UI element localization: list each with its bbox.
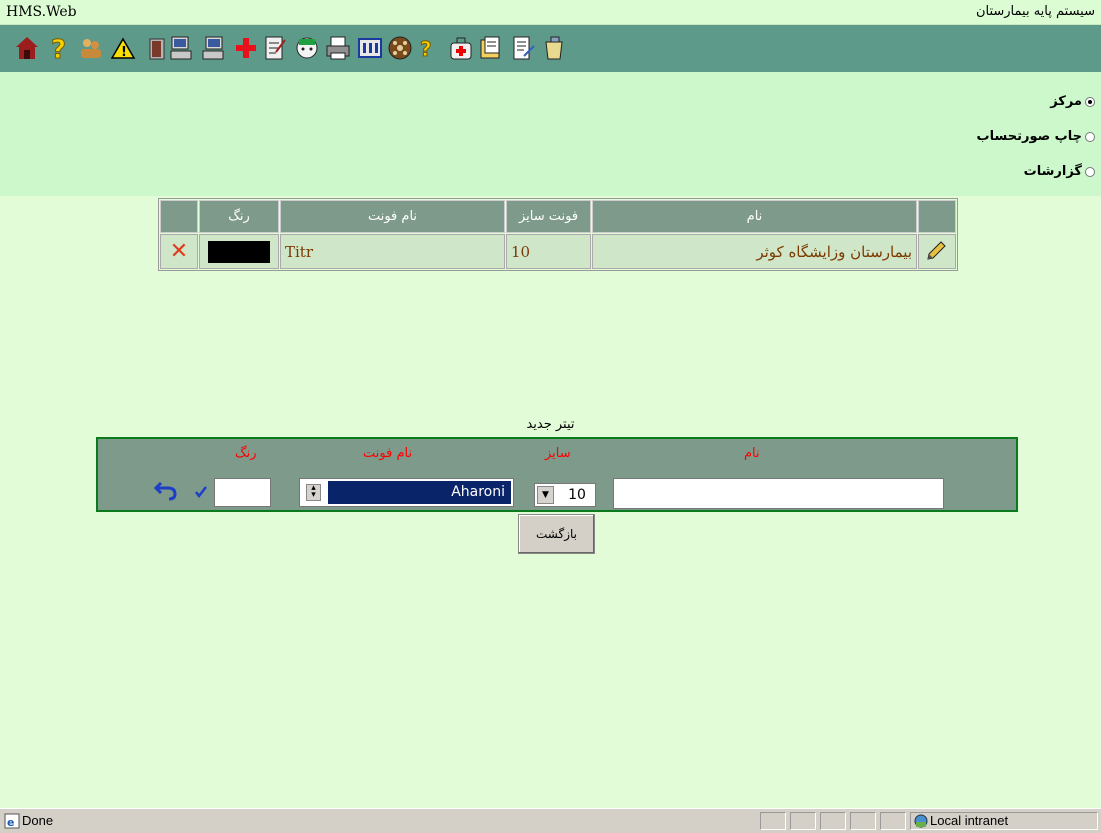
spinner-icon[interactable]: ▴ ▾ <box>306 484 321 501</box>
help-2-icon[interactable]: ? <box>414 34 440 62</box>
new-title-form: نام سایز نام فونت رنگ ▼ 10 ▴ ▾ Aharoni <box>96 437 1018 512</box>
header-font-name: نام فونت <box>280 200 505 233</box>
folder-docs-icon[interactable] <box>478 34 504 62</box>
status-bar: e Done Local intranet <box>0 808 1101 833</box>
svg-text:?: ? <box>420 37 432 61</box>
warning-icon[interactable]: ! <box>110 34 136 62</box>
red-cross-icon[interactable] <box>233 34 259 62</box>
name-cell: بیمارستان وزایشگاه کوثر <box>592 234 917 269</box>
delete-cell[interactable]: ✕ <box>160 234 198 269</box>
undo-icon[interactable] <box>153 479 179 501</box>
document-edit-icon[interactable] <box>510 34 536 62</box>
label-name: نام <box>744 446 760 461</box>
ie-page-icon: e <box>4 813 20 829</box>
status-text: Done <box>22 813 54 828</box>
menu-area: مرکز چاپ صورتحساب گزارشات <box>0 72 1101 196</box>
edit-cell[interactable] <box>918 234 956 269</box>
name-input[interactable] <box>613 478 944 509</box>
header-color: رنگ <box>199 200 279 233</box>
status-pane <box>880 812 906 830</box>
nurse-icon[interactable] <box>294 34 320 62</box>
status-pane <box>850 812 876 830</box>
back-button[interactable]: بازگشت <box>518 514 595 554</box>
svg-text:?: ? <box>51 35 66 62</box>
font-name-select[interactable]: ▴ ▾ Aharoni <box>299 478 514 507</box>
size-dropdown[interactable]: ▼ 10 <box>534 483 596 507</box>
film-reel-icon[interactable] <box>387 34 413 62</box>
help-icon[interactable]: ? <box>46 34 72 63</box>
house-icon[interactable] <box>14 34 40 62</box>
chevron-down-icon[interactable]: ▼ <box>537 486 554 504</box>
status-pane <box>790 812 816 830</box>
titles-table: رنگ نام فونت فونت سایز نام ✕ Titr 10 بیم… <box>158 198 958 271</box>
menu-option-label: مرکز <box>1050 94 1082 109</box>
label-font-name: نام فونت <box>363 446 413 461</box>
header-font-size: فونت سایز <box>506 200 591 233</box>
form-edit-icon[interactable] <box>262 34 288 62</box>
new-title-heading: تیتر جدید <box>526 417 575 432</box>
title-bar: HMS.Web سیستم پایه بیمارستان <box>0 0 1101 25</box>
menu-option-label: گزارشات <box>1023 164 1082 179</box>
header-delete <box>160 200 198 233</box>
zone-text: Local intranet <box>930 813 1009 828</box>
menu-option-center[interactable]: مرکز <box>1050 94 1095 109</box>
table-header-row: رنگ نام فونت فونت سایز نام <box>160 200 956 233</box>
cup-icon[interactable] <box>541 34 567 62</box>
delete-icon[interactable]: ✕ <box>165 240 193 263</box>
header-edit <box>918 200 956 233</box>
medical-bag-icon[interactable] <box>448 34 474 62</box>
color-cell <box>199 234 279 269</box>
header-name: نام <box>592 200 917 233</box>
users-icon[interactable] <box>78 34 104 62</box>
status-pane <box>820 812 846 830</box>
status-pane <box>760 812 786 830</box>
check-icon[interactable] <box>194 485 208 499</box>
label-size: سایز <box>545 446 571 461</box>
menu-option-reports[interactable]: گزارشات <box>1024 164 1095 179</box>
radio-print-invoice[interactable] <box>1085 131 1095 142</box>
table-row: ✕ Titr 10 بیمارستان وزایشگاه کوثر <box>160 234 956 269</box>
computer-left-icon[interactable] <box>168 34 194 62</box>
menu-option-label: چاپ صورتحساب <box>976 129 1082 144</box>
color-swatch <box>208 240 270 263</box>
size-value: 10 <box>568 487 586 503</box>
color-input[interactable] <box>214 478 271 507</box>
system-title: سیستم پایه بیمارستان <box>975 4 1095 19</box>
app-title: HMS.Web <box>6 4 77 20</box>
menu-option-print-invoice[interactable]: چاپ صورتحساب <box>977 129 1095 144</box>
label-color: رنگ <box>235 446 257 461</box>
radio-center[interactable] <box>1085 96 1095 107</box>
font-size-cell: 10 <box>506 234 591 269</box>
font-name-cell: Titr <box>280 234 505 269</box>
intranet-icon <box>914 814 928 828</box>
svg-text:!: ! <box>121 45 127 60</box>
radio-reports[interactable] <box>1085 166 1095 177</box>
computer-right-icon[interactable] <box>200 34 226 62</box>
grid-icon[interactable] <box>357 34 383 62</box>
font-name-value[interactable]: Aharoni <box>328 481 511 504</box>
printer-icon[interactable] <box>325 34 351 62</box>
toolbar: ? ! ? <box>0 25 1101 72</box>
pencil-edit-icon[interactable] <box>926 239 948 261</box>
svg-text:e: e <box>7 816 14 829</box>
